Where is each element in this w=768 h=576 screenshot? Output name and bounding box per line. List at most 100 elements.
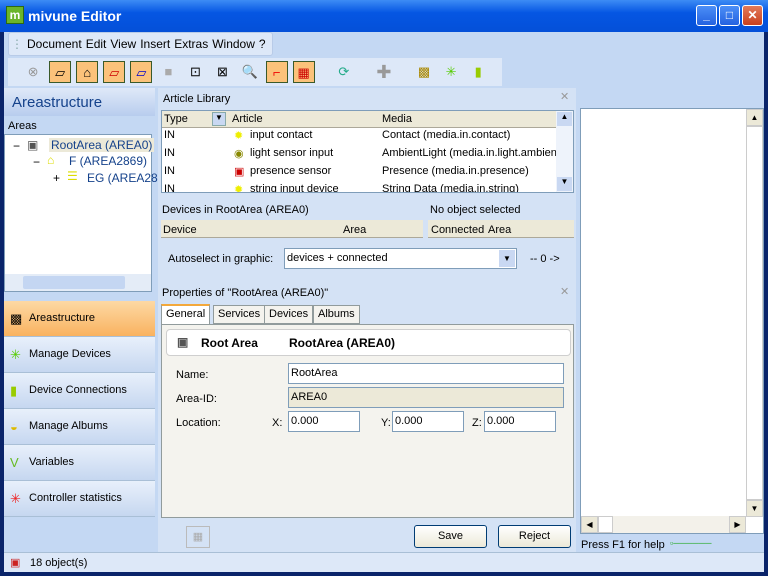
tree-toggle[interactable]: − [33, 155, 40, 169]
horizontal-scrollbar[interactable]: ◀ ▶ [581, 516, 746, 533]
toolbar: ⊗ ▱ ⌂ ▱ ▱ ■ ⊡ ⊠ 🔍 ⌐ ▦ ⟳ ✚ ▩ ✳ ▮ ◒ V [8, 58, 502, 107]
save-button[interactable]: Save [414, 525, 487, 548]
title-bar: m mivune Editor _ □ ✕ [0, 0, 768, 32]
devices-title: Devices in RootArea (AREA0) [162, 204, 309, 216]
vertical-scrollbar[interactable]: ▲ ▼ [556, 111, 573, 192]
zoom-slider[interactable]: ▫────── [670, 538, 711, 548]
tab-services[interactable]: Services [213, 305, 266, 324]
refresh-icon[interactable]: ⟳ [333, 61, 355, 83]
tree-toggle[interactable]: + [53, 171, 60, 185]
location-y-field[interactable]: 0.000 [392, 411, 464, 432]
cancel-icon[interactable]: ⊗ [22, 61, 44, 83]
column-device[interactable]: Device [163, 224, 197, 236]
table-row[interactable]: IN ▣ presence sensor Presence (media.in.pre… [162, 165, 557, 183]
add-icon[interactable]: ✚ [373, 61, 395, 83]
scroll-thumb[interactable] [23, 276, 125, 289]
column-area[interactable]: Area [343, 224, 366, 236]
object-count: 18 object(s) [30, 557, 88, 569]
device-icon[interactable]: ▩ [413, 61, 435, 83]
tab-devices[interactable]: Devices [264, 305, 314, 324]
menu-extras[interactable]: Extras [172, 33, 210, 55]
menu-edit[interactable]: Edit [84, 33, 109, 55]
reject-button[interactable]: Reject [498, 525, 571, 548]
menu-document[interactable]: Document [25, 33, 84, 55]
connection-icon[interactable]: ▮ [467, 61, 489, 83]
vertical-scrollbar[interactable]: ▲ ▼ [746, 109, 763, 517]
zoom-icon[interactable]: 🔍 [239, 61, 261, 83]
area-edit-icon[interactable]: ⌂ [76, 61, 99, 83]
nav-manage-albums[interactable]: ◒ Manage Albums [4, 409, 155, 445]
tree-node[interactable]: F (AREA2869) [69, 154, 147, 168]
column-area[interactable]: Area [488, 224, 511, 236]
filter-dropdown-icon[interactable]: ▼ [212, 112, 226, 126]
controller-icon[interactable]: ✳ [440, 61, 462, 83]
connection-icon: ▮ [10, 383, 18, 398]
close-icon[interactable]: ✕ [560, 90, 569, 103]
location-x-field[interactable]: 0.000 [288, 411, 360, 432]
properties-title: Properties of "RootArea (AREA0)" [162, 287, 329, 299]
areas-label: Areas [8, 120, 37, 132]
tab-albums[interactable]: Albums [313, 305, 360, 324]
maximize-button[interactable]: □ [719, 5, 740, 26]
light-sensor-icon: ◉ [234, 148, 244, 160]
area-red-icon[interactable]: ▱ [103, 61, 126, 83]
name-field[interactable]: RootArea [288, 363, 564, 384]
autoselect-label: Autoselect in graphic: [168, 253, 274, 265]
area-id-field: AREA0 [288, 387, 564, 408]
area-blue-icon[interactable]: ▱ [130, 61, 153, 83]
minimize-button[interactable]: _ [696, 5, 717, 26]
disabled-icon[interactable]: ■ [157, 61, 179, 83]
window-title: mivune Editor [28, 8, 122, 24]
object-name: RootArea (AREA0) [289, 336, 396, 350]
tree-toggle[interactable]: − [13, 139, 20, 153]
tree-node[interactable]: EG (AREA287 [87, 171, 164, 185]
horizontal-scrollbar[interactable] [5, 274, 151, 291]
zoom-reset-icon[interactable]: ⊠ [212, 61, 234, 83]
nav-variables[interactable]: V Variables [4, 445, 155, 481]
device-icon: ✳ [10, 347, 21, 362]
tree-node[interactable]: RootArea (AREA0) [49, 138, 155, 152]
area-icon: ▩ [10, 311, 23, 326]
object-type: Root Area [201, 336, 258, 350]
variable-icon: V [10, 455, 19, 470]
floor-icon: ☰ [67, 169, 78, 183]
area-tree[interactable]: − ▣ RootArea (AREA0) − ⌂ F (AREA2869) + … [4, 134, 164, 292]
grid-icon[interactable]: ▦ [292, 61, 315, 83]
graphic-canvas[interactable]: ▲ ▼ ◀ ▶ [580, 108, 764, 534]
nav-manage-devices[interactable]: ✳ Manage Devices [4, 337, 155, 373]
nav-areastructure[interactable]: ▩ Areastructure [4, 301, 155, 337]
location-z-field[interactable]: 0.000 [484, 411, 556, 432]
zoom-fit-icon[interactable]: ⊡ [184, 61, 206, 83]
nav-controller-statistics[interactable]: ✳ Controller statistics [4, 481, 155, 517]
column-media[interactable]: Media [382, 113, 412, 125]
close-icon[interactable]: ✕ [560, 285, 569, 298]
menu-view[interactable]: View [108, 33, 138, 55]
devices-table: Device Area [161, 220, 423, 238]
objects-icon: ▣ [10, 557, 21, 569]
ruler-icon[interactable]: ▦ [186, 526, 210, 548]
statistics-icon: ✳ [10, 491, 21, 506]
string-icon: ✹ [234, 184, 244, 193]
table-row[interactable]: IN ✹ string input device String Data (media… [162, 183, 557, 193]
column-type[interactable]: Type [164, 113, 188, 125]
menu-grip[interactable]: ⋮ [9, 33, 25, 55]
outline-icon[interactable]: ⌐ [265, 61, 288, 83]
table-row[interactable]: IN ✹ input contact Contact (media.in.contac… [162, 129, 557, 147]
nav-device-connections[interactable]: ▮ Device Connections [4, 373, 155, 409]
table-row[interactable]: IN ◉ light sensor input AmbientLight (media… [162, 147, 560, 165]
tab-general[interactable]: General [161, 304, 211, 325]
z-label: Z: [472, 417, 482, 429]
selection-title: No object selected [430, 204, 521, 216]
menu-help[interactable]: ? [257, 33, 268, 55]
menu-window[interactable]: Window [210, 33, 257, 55]
chevron-down-icon[interactable]: ▼ [499, 250, 515, 267]
album-icon: ◒ [10, 419, 18, 434]
help-status: Press F1 for help [581, 539, 665, 551]
autoselect-dropdown[interactable]: devices + connected ▼ [284, 248, 517, 269]
area-cube-icon[interactable]: ▱ [49, 61, 72, 83]
close-button[interactable]: ✕ [742, 5, 763, 26]
menu-insert[interactable]: Insert [138, 33, 172, 55]
column-connected[interactable]: Connected [431, 224, 484, 236]
selection-counter: -- 0 -> [530, 253, 560, 265]
column-article[interactable]: Article [232, 113, 263, 125]
